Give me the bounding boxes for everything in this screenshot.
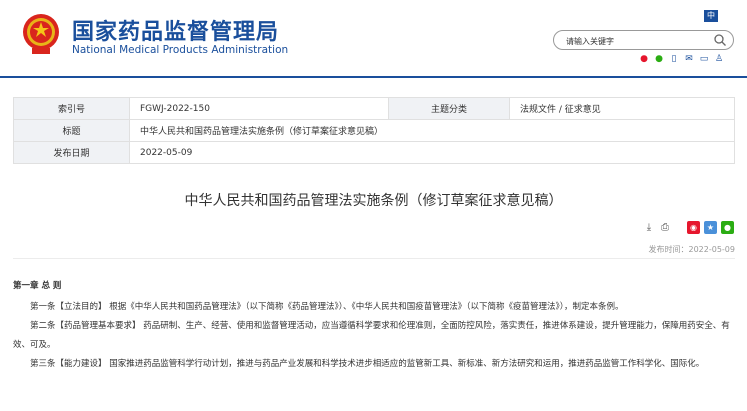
table-row: 标题 中华人民共和国药品管理法实施条例（修订草案征求意见稿） [13, 119, 735, 142]
user-icon[interactable]: ♙ [714, 54, 724, 64]
social-links: ● ● ▯ ✉ ▭ ♙ [639, 53, 724, 65]
publish-date: 发布时间：2022-05-09 [648, 245, 736, 254]
wechat-icon[interactable]: ● [654, 54, 664, 64]
search-box [553, 30, 734, 50]
mail-icon[interactable]: ✉ [684, 54, 694, 64]
title-value: 中华人民共和国药品管理法实施条例（修订草案征求意见稿） [129, 119, 735, 142]
print-icon[interactable]: ⎙ [659, 222, 671, 234]
site-subtitle[interactable]: National Medical Products Administration [72, 44, 288, 56]
article-title: 中华人民共和国药品管理法实施条例（修订草案征求意见稿） [184, 193, 563, 209]
share-weibo-icon[interactable]: ◉ [687, 221, 700, 234]
article-tools: ⤓ ⎙ ◉ ★ ● [643, 221, 734, 234]
share-wechat-icon[interactable]: ● [721, 221, 734, 234]
header-divider [0, 76, 747, 78]
title-label: 标题 [13, 119, 130, 142]
chapter-heading: 第一章 总 则 [13, 281, 62, 291]
date-value: 2022-05-09 [129, 141, 735, 164]
share-qzone-icon[interactable]: ★ [704, 221, 717, 234]
content-divider [13, 258, 735, 259]
article-paragraph: 第三条【能力建设】 国家推进药品监管科学行动计划，推进与药品产业发展和科学技术进… [30, 359, 705, 369]
document-metadata-table: 索引号 FGWJ-2022-150 主题分类 法规文件 / 征求意见 标题 中华… [13, 97, 735, 164]
mobile-icon[interactable]: ▯ [669, 54, 679, 64]
article-paragraph: 第二条【药品管理基本要求】 药品研制、生产、经营、使用和监督管理活动，应当遵循科… [13, 321, 730, 350]
index-value: FGWJ-2022-150 [129, 97, 389, 120]
site-title[interactable]: 国家药品监督管理局 [72, 14, 279, 46]
category-label: 主题分类 [388, 97, 510, 120]
national-emblem-icon[interactable] [20, 12, 62, 56]
download-icon[interactable]: ⤓ [643, 222, 655, 234]
table-row: 索引号 FGWJ-2022-150 主题分类 法规文件 / 征求意见 [13, 97, 735, 120]
search-input[interactable] [564, 33, 708, 49]
table-row: 发布日期 2022-05-09 [13, 141, 735, 164]
search-icon[interactable] [713, 33, 727, 47]
site-header: 国家药品监督管理局 National Medical Products Admi… [0, 0, 747, 76]
language-switch-button[interactable]: 中 [704, 10, 718, 22]
article-paragraph: 第一条【立法目的】 根据《中华人民共和国药品管理法》（以下简称《药品管理法》）、… [30, 302, 624, 312]
weibo-icon[interactable]: ● [639, 54, 649, 64]
category-value: 法规文件 / 征求意见 [509, 97, 735, 120]
message-icon[interactable]: ▭ [699, 54, 709, 64]
article-body: 第一章 总 则 第一条【立法目的】 根据《中华人民共和国药品管理法》（以下简称《… [13, 277, 735, 374]
date-label: 发布日期 [13, 141, 130, 164]
index-label: 索引号 [13, 97, 130, 120]
